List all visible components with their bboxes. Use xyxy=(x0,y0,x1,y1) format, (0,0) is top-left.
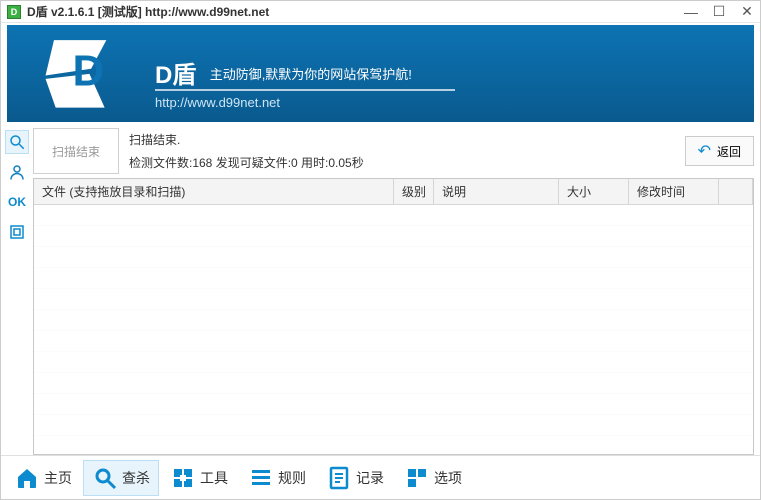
nav-records[interactable]: 记录 xyxy=(317,460,393,496)
document-icon xyxy=(326,465,352,491)
results-grid: 文件 (支持拖放目录和扫描) 级别 说明 大小 修改时间 xyxy=(33,178,754,455)
nav-options[interactable]: 选项 xyxy=(395,460,471,496)
back-label: 返回 xyxy=(717,143,741,160)
bottom-nav: 主页 查杀 工具 规则 记录 选项 xyxy=(1,455,760,499)
main-panel: 扫描结束 扫描结束. 检测文件数:168 发现可疑文件:0 用时:0.05秒 ↶… xyxy=(33,128,754,455)
column-file[interactable]: 文件 (支持拖放目录和扫描) xyxy=(34,179,394,204)
brand-text: D盾 主动防御,默默为你的网站保驾护航! xyxy=(155,55,412,90)
brand-url: http://www.d99net.net xyxy=(155,89,455,110)
nav-rules[interactable]: 规则 xyxy=(239,460,315,496)
close-button[interactable]: ✕ xyxy=(740,5,754,19)
svg-text:D: D xyxy=(73,47,105,96)
grid-header: 文件 (支持拖放目录和扫描) 级别 说明 大小 修改时间 xyxy=(34,179,753,205)
column-mtime[interactable]: 修改时间 xyxy=(629,179,719,204)
status-box-label: 扫描结束 xyxy=(52,143,100,160)
sidebar-config-button[interactable] xyxy=(5,160,29,184)
logo-icon: D xyxy=(37,35,125,111)
left-sidebar: OK xyxy=(1,128,33,455)
nav-tools[interactable]: 工具 xyxy=(161,460,237,496)
nav-records-label: 记录 xyxy=(356,468,384,488)
status-line1: 扫描结束. xyxy=(129,131,675,148)
brand-slogan: 主动防御,默默为你的网站保驾护航! xyxy=(210,64,412,83)
sidebar-ok-button[interactable]: OK xyxy=(5,190,29,214)
titlebar: D D盾 v2.1.6.1 [测试版] http://www.d99net.ne… xyxy=(1,1,760,23)
grid-body[interactable] xyxy=(34,205,753,454)
square-icon xyxy=(8,223,26,241)
home-icon xyxy=(14,465,40,491)
column-spacer xyxy=(719,179,753,204)
nav-home-label: 主页 xyxy=(44,468,72,488)
search-icon xyxy=(8,133,26,151)
nav-rules-label: 规则 xyxy=(278,468,306,488)
window-controls: — ☐ ✕ xyxy=(684,5,754,19)
grid-icon xyxy=(404,465,430,491)
sidebar-square-button[interactable] xyxy=(5,220,29,244)
nav-tools-label: 工具 xyxy=(200,468,228,488)
status-row: 扫描结束 扫描结束. 检测文件数:168 发现可疑文件:0 用时:0.05秒 ↶… xyxy=(33,128,754,174)
column-size[interactable]: 大小 xyxy=(559,179,629,204)
column-desc[interactable]: 说明 xyxy=(434,179,559,204)
maximize-button[interactable]: ☐ xyxy=(712,5,726,19)
nav-killsoft[interactable]: 查杀 xyxy=(83,460,159,496)
status-box: 扫描结束 xyxy=(33,128,119,174)
minimize-button[interactable]: — xyxy=(684,5,698,19)
main-content: OK 扫描结束 扫描结束. 检测文件数:168 发现可疑文件:0 用时:0.05… xyxy=(1,124,760,455)
sidebar-scan-button[interactable] xyxy=(5,130,29,154)
app-icon: D xyxy=(7,5,21,19)
nav-killsoft-label: 查杀 xyxy=(122,468,150,488)
status-text: 扫描结束. 检测文件数:168 发现可疑文件:0 用时:0.05秒 xyxy=(129,128,675,174)
nav-options-label: 选项 xyxy=(434,468,462,488)
tools-icon xyxy=(170,465,196,491)
person-gear-icon xyxy=(8,163,26,181)
column-level[interactable]: 级别 xyxy=(394,179,434,204)
window-title: D盾 v2.1.6.1 [测试版] http://www.d99net.net xyxy=(27,3,684,20)
header-banner: D D盾 主动防御,默默为你的网站保驾护航! http://www.d99net… xyxy=(7,25,754,122)
list-icon xyxy=(248,465,274,491)
brand-name: D盾 xyxy=(155,55,196,90)
status-line2: 检测文件数:168 发现可疑文件:0 用时:0.05秒 xyxy=(129,154,675,171)
back-button[interactable]: ↶ 返回 xyxy=(685,136,754,166)
undo-icon: ↶ xyxy=(698,141,711,161)
search-icon xyxy=(92,465,118,491)
nav-home[interactable]: 主页 xyxy=(5,460,81,496)
